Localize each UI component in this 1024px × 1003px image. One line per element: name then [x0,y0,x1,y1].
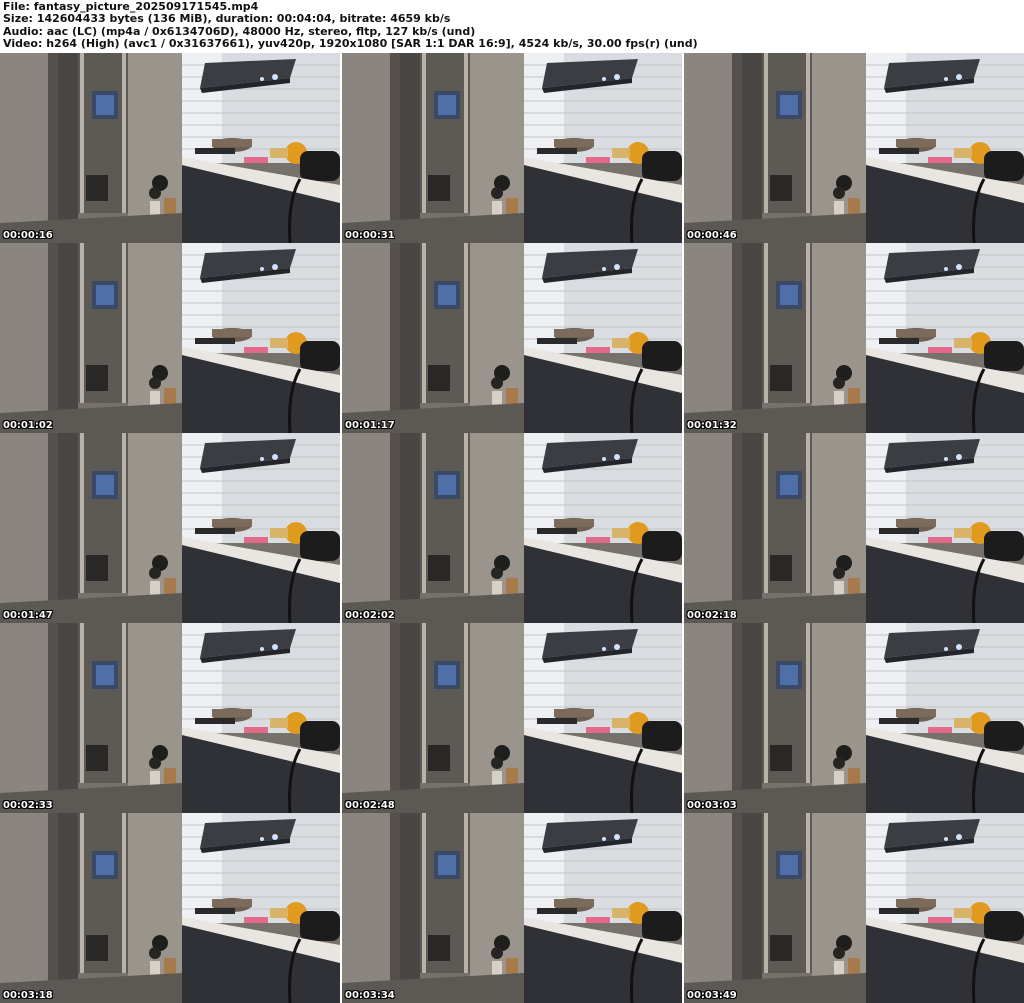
kitchen-scene-image [0,623,340,813]
thumbnail-timestamp: 00:01:02 [3,420,53,431]
video-thumbnail[interactable]: 00:01:02 [0,243,340,433]
video-thumbnail[interactable]: 00:02:48 [342,623,682,813]
kitchen-scene-image [684,433,1024,623]
video-thumbnail[interactable]: 00:02:18 [684,433,1024,623]
video-thumbnail[interactable]: 00:01:17 [342,243,682,433]
thumbnail-timestamp: 00:03:34 [345,990,395,1001]
kitchen-scene-image [342,53,682,243]
size-line: Size: 142604433 bytes (136 MiB), duratio… [3,12,451,26]
thumbnail-timestamp: 00:01:47 [3,610,53,621]
file-info-header: File: fantasy_picture_202509171545.mp4 S… [0,0,1024,52]
thumbnail-timestamp: 00:01:32 [687,420,737,431]
thumbnail-timestamp: 00:03:18 [3,990,53,1001]
kitchen-scene-image [342,813,682,1003]
video-thumbnail[interactable]: 00:03:34 [342,813,682,1003]
thumbnail-timestamp: 00:02:18 [687,610,737,621]
video-thumbnail[interactable]: 00:00:31 [342,53,682,243]
video-thumbnail[interactable]: 00:03:18 [0,813,340,1003]
kitchen-scene-image [0,53,340,243]
video-thumbnail[interactable]: 00:01:32 [684,243,1024,433]
video-thumbnail[interactable]: 00:00:46 [684,53,1024,243]
thumbnail-timestamp: 00:01:17 [345,420,395,431]
video-thumbnail[interactable]: 00:02:33 [0,623,340,813]
video-thumbnail[interactable]: 00:00:16 [0,53,340,243]
kitchen-scene-image [0,433,340,623]
video-line: Video: h264 (High) (avc1 / 0x31637661), … [3,37,698,51]
video-thumbnail[interactable]: 00:02:02 [342,433,682,623]
kitchen-scene-image [684,53,1024,243]
kitchen-scene-image [342,433,682,623]
thumbnail-timestamp: 00:02:33 [3,800,53,811]
kitchen-scene-image [684,243,1024,433]
kitchen-scene-image [342,243,682,433]
thumbnail-timestamp: 00:03:03 [687,800,737,811]
kitchen-scene-image [342,623,682,813]
thumbnail-timestamp: 00:00:31 [345,230,395,241]
thumbnail-timestamp: 00:02:48 [345,800,395,811]
kitchen-scene-image [0,243,340,433]
kitchen-scene-image [0,813,340,1003]
video-thumbnail[interactable]: 00:03:03 [684,623,1024,813]
kitchen-scene-image [684,623,1024,813]
thumbnail-timestamp: 00:02:02 [345,610,395,621]
kitchen-scene-image [684,813,1024,1003]
thumbnail-timestamp: 00:00:16 [3,230,53,241]
thumbnail-grid: 00:00:16 00:00:31 00:00:46 00:01:02 00:0… [0,53,1024,1003]
video-thumbnail[interactable]: 00:01:47 [0,433,340,623]
thumbnail-timestamp: 00:03:49 [687,990,737,1001]
thumbnail-timestamp: 00:00:46 [687,230,737,241]
video-thumbnail[interactable]: 00:03:49 [684,813,1024,1003]
